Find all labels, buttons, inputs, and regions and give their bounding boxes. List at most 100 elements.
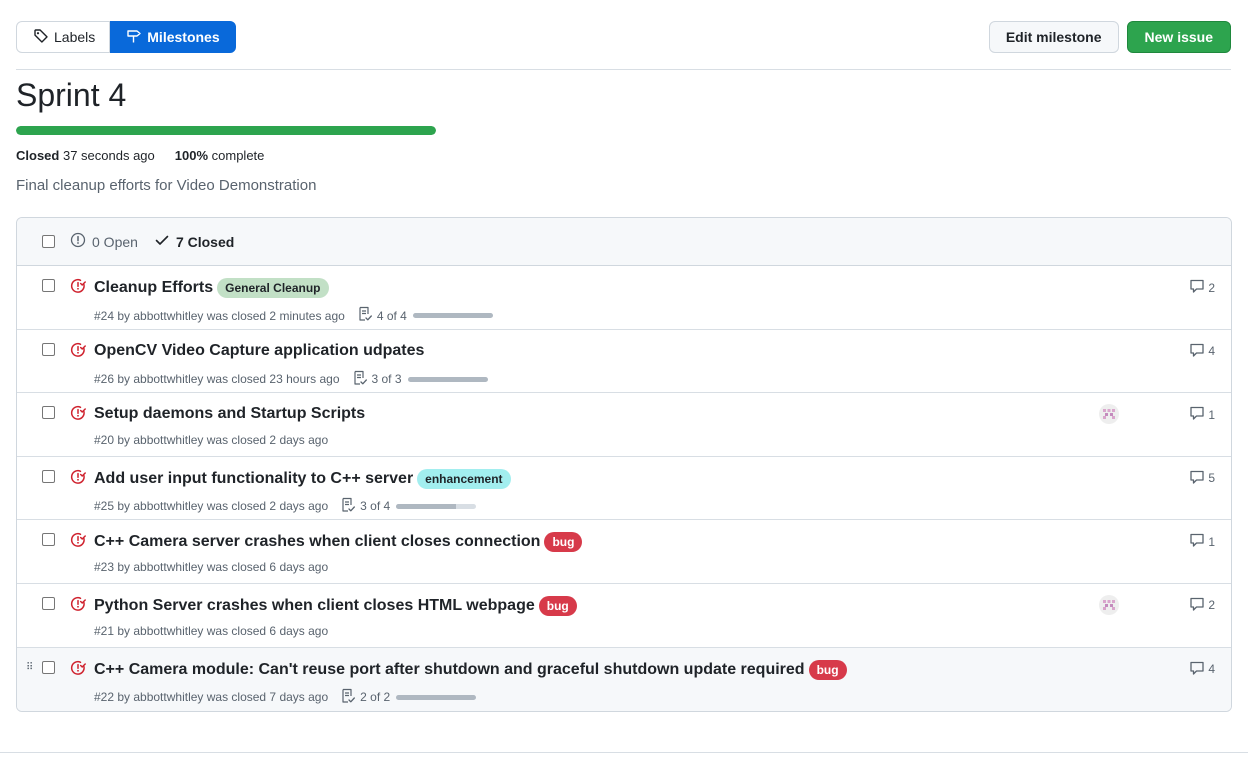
issue-row[interactable]: C++ Camera server crashes when client cl… — [17, 520, 1231, 584]
issue-heading: Add user input functionality to C++ serv… — [94, 468, 511, 489]
issue-list: 0 Open 7 Closed Cleanup Efforts General … — [16, 217, 1232, 713]
closed-count: 7 Closed — [175, 233, 235, 250]
checklist-icon — [340, 497, 356, 516]
issue-row[interactable]: OpenCV Video Capture application udpates… — [17, 329, 1231, 394]
issue-heading: OpenCV Video Capture application udpates — [94, 342, 424, 360]
drag-handle[interactable]: ⠿ — [26, 662, 33, 673]
issue-label[interactable]: bug — [544, 532, 583, 553]
issue-meta: #23 by abbottwhitley was closed 6 days a… — [94, 560, 328, 574]
milestone-progress-bar — [16, 126, 436, 135]
milestones-button[interactable]: Milestones — [110, 21, 236, 53]
issue-title[interactable]: OpenCV Video Capture application udpates — [94, 342, 424, 360]
comment-count-link[interactable]: 2 — [1189, 596, 1215, 615]
tag-icon — [33, 28, 49, 47]
comment-count: 1 — [1208, 534, 1215, 549]
issue-meta: #25 by abbottwhitley was closed 2 days a… — [94, 497, 477, 516]
task-bar — [412, 313, 493, 318]
issue-closed-icon — [70, 342, 86, 363]
task-bar — [396, 503, 477, 509]
page-title: Sprint 4 — [16, 77, 127, 113]
comment-icon — [1189, 278, 1205, 297]
comment-count-link[interactable]: 2 — [1189, 278, 1215, 297]
issue-meta: #22 by abbottwhitley was closed 7 days a… — [94, 688, 477, 707]
issue-heading: Cleanup Efforts General Cleanup — [94, 278, 329, 298]
comment-count-link[interactable]: 4 — [1189, 660, 1215, 679]
issue-closed-icon — [70, 660, 86, 681]
comment-icon — [1189, 596, 1205, 615]
issue-checkbox[interactable] — [42, 342, 55, 356]
comment-count-link[interactable]: 5 — [1189, 469, 1215, 488]
open-filter[interactable]: 0 Open — [70, 232, 138, 251]
comment-count: 5 — [1208, 471, 1215, 486]
issue-meta-text: #22 by abbottwhitley was closed 7 days a… — [94, 690, 329, 705]
issue-closed-icon — [70, 469, 86, 490]
issue-row[interactable]: Python Server crashes when client closes… — [17, 583, 1231, 648]
select-all-checkbox[interactable] — [42, 235, 55, 248]
new-issue-button[interactable]: New issue — [1126, 21, 1231, 53]
comment-icon — [1189, 469, 1205, 488]
task-progress[interactable]: 3 of 4 — [340, 497, 477, 516]
issue-title[interactable]: Python Server crashes when client closes… — [94, 597, 535, 615]
issue-meta: #26 by abbottwhitley was closed 23 hours… — [94, 370, 488, 389]
issue-checkbox[interactable] — [42, 279, 55, 292]
milestone-icon — [126, 28, 142, 47]
issue-label[interactable]: bug — [808, 659, 847, 680]
closed-filter[interactable]: 7 Closed — [154, 232, 234, 251]
issue-checkbox[interactable] — [42, 596, 55, 610]
comment-count: 2 — [1208, 598, 1215, 613]
issue-meta-text: #21 by abbottwhitley was closed 6 days a… — [94, 623, 329, 638]
issue-checkbox[interactable] — [42, 660, 55, 674]
issue-closed-icon — [70, 532, 86, 553]
task-count: 2 of 2 — [360, 690, 391, 705]
issue-meta-text: #23 by abbottwhitley was closed 6 days a… — [94, 560, 329, 575]
issue-checkbox[interactable] — [42, 406, 55, 420]
task-bar-fill — [407, 376, 488, 382]
comment-count: 4 — [1208, 662, 1215, 677]
issue-closed-icon — [70, 596, 86, 617]
completion-status: 100% complete — [174, 148, 265, 163]
issue-row[interactable]: ⠿ C++ Camera module: Can't reuse port af… — [17, 647, 1231, 712]
issue-label[interactable]: General Cleanup — [217, 278, 329, 298]
issue-meta: #20 by abbottwhitley was closed 2 days a… — [94, 433, 328, 447]
issue-heading: C++ Camera module: Can't reuse port afte… — [94, 659, 847, 680]
progress-fill — [16, 126, 436, 135]
issue-opened-icon — [70, 232, 86, 251]
closed-status: Closed 37 seconds ago — [16, 148, 155, 163]
issue-meta: #24 by abbottwhitley was closed 2 minute… — [94, 306, 493, 325]
issue-closed-icon — [70, 278, 86, 299]
issue-heading: Python Server crashes when client closes… — [94, 595, 577, 616]
issue-title[interactable]: Setup daemons and Startup Scripts — [94, 405, 365, 423]
comment-count-link[interactable]: 4 — [1189, 342, 1215, 361]
issue-title[interactable]: C++ Camera module: Can't reuse port afte… — [94, 661, 805, 679]
issue-checkbox[interactable] — [42, 533, 55, 547]
footer-divider — [0, 752, 1248, 753]
top-toolbar: Labels Milestones Edit milestone New iss… — [16, 21, 1231, 53]
edit-milestone-button[interactable]: Edit milestone — [988, 21, 1119, 53]
issue-row[interactable]: Cleanup Efforts General Cleanup #24 by a… — [17, 266, 1231, 330]
comment-icon — [1189, 660, 1205, 679]
issue-title[interactable]: C++ Camera server crashes when client cl… — [94, 533, 540, 551]
comment-count-link[interactable]: 1 — [1189, 405, 1215, 424]
labels-button[interactable]: Labels — [16, 21, 111, 53]
comment-count: 1 — [1208, 407, 1215, 422]
task-progress[interactable]: 3 of 3 — [352, 370, 488, 389]
comment-count-link[interactable]: 1 — [1189, 532, 1215, 551]
issue-label[interactable]: enhancement — [417, 468, 511, 489]
avatar[interactable] — [1099, 404, 1119, 425]
issue-label[interactable]: bug — [538, 595, 577, 616]
checklist-icon — [352, 370, 368, 389]
issue-title[interactable]: Add user input functionality to C++ serv… — [94, 470, 413, 488]
issue-heading: C++ Camera server crashes when client cl… — [94, 532, 583, 553]
avatar[interactable] — [1099, 594, 1119, 615]
milestone-description: Final cleanup efforts for Video Demonstr… — [16, 177, 317, 194]
comment-icon — [1189, 342, 1205, 361]
task-progress[interactable]: 4 of 4 — [357, 306, 493, 325]
task-count: 4 of 4 — [376, 308, 407, 323]
issue-row[interactable]: Setup daemons and Startup Scripts #20 by… — [17, 393, 1231, 457]
task-progress[interactable]: 2 of 2 — [340, 688, 477, 707]
comment-count: 2 — [1208, 280, 1215, 295]
open-count: 0 Open — [92, 233, 138, 250]
issue-row[interactable]: Add user input functionality to C++ serv… — [17, 456, 1231, 521]
issue-checkbox[interactable] — [42, 469, 55, 483]
issue-title[interactable]: Cleanup Efforts — [94, 279, 213, 297]
